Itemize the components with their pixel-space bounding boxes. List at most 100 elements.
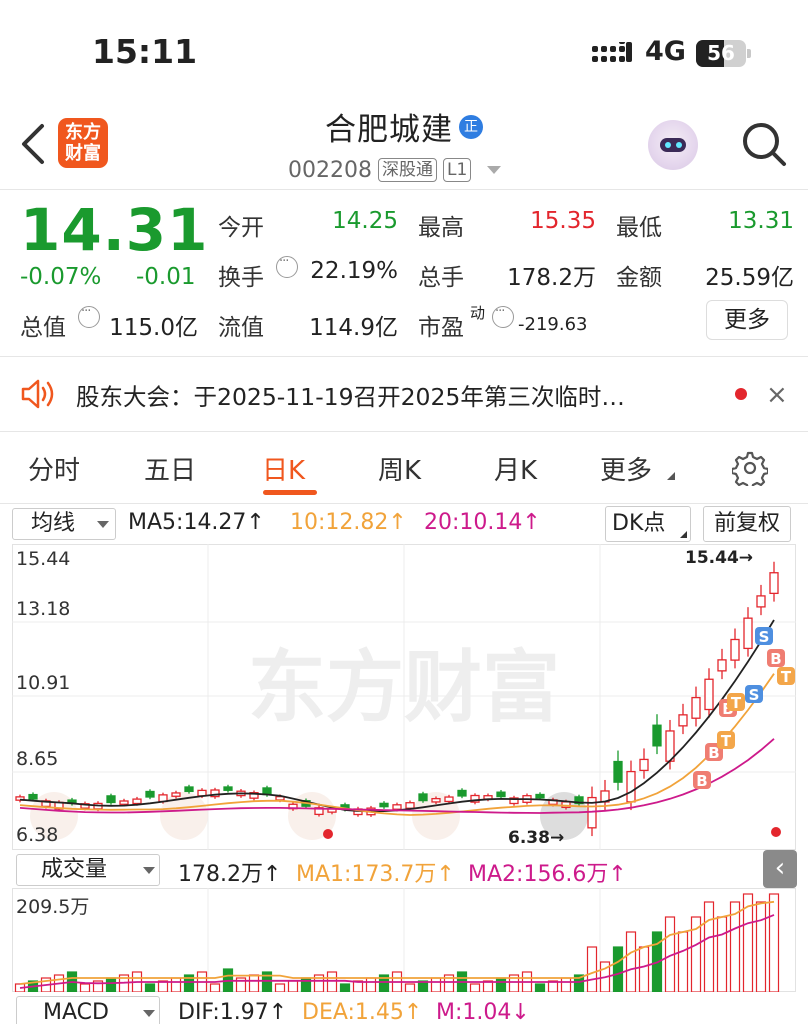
low-label: 最低 bbox=[616, 215, 662, 241]
divider bbox=[0, 431, 808, 432]
signal-badge-label: T bbox=[731, 694, 742, 712]
volume-bar bbox=[560, 977, 572, 992]
status-badge: 正 bbox=[459, 115, 483, 139]
volume-bar bbox=[716, 916, 728, 992]
legend-vol-ma1: MA1:173.7万↑ bbox=[296, 862, 455, 887]
volume-bar bbox=[326, 971, 338, 992]
tab-daily-k[interactable]: 日K bbox=[262, 450, 305, 487]
volume-bar bbox=[638, 946, 650, 992]
high-label: 最高 bbox=[418, 215, 464, 241]
robot-assistant-icon[interactable] bbox=[648, 120, 698, 170]
volume-bar bbox=[248, 974, 260, 992]
candle-up bbox=[444, 796, 454, 803]
battery-level-text: 56 bbox=[707, 41, 735, 65]
kline-chart[interactable]: 东方财富 BBTBTSSBT bbox=[12, 544, 796, 850]
change-amount: -0.01 bbox=[136, 264, 196, 290]
candle-up bbox=[405, 802, 415, 809]
candle-up bbox=[769, 572, 779, 595]
candle-up bbox=[431, 797, 441, 803]
volume-bar bbox=[703, 901, 715, 992]
stock-code-row[interactable]: 002208 深股通 L1 bbox=[288, 155, 502, 185]
volume-value: 178.2万 bbox=[507, 265, 596, 291]
volume-bar bbox=[495, 977, 507, 992]
candle-up bbox=[756, 595, 766, 608]
divider bbox=[0, 503, 808, 504]
dk-point-button[interactable]: DK点 bbox=[605, 506, 691, 542]
notice-text[interactable]: 股东大会：于2025-11-19召开2025年第三次临时… bbox=[76, 378, 625, 412]
candle-up bbox=[704, 678, 714, 711]
tab-monthly-k[interactable]: 月K bbox=[494, 450, 537, 487]
volume-bar bbox=[534, 983, 546, 992]
battery-icon: 56 bbox=[696, 40, 754, 67]
watermark: 东方财富 bbox=[248, 643, 560, 733]
signal-badge-label: S bbox=[759, 628, 770, 646]
volume-label: 总手 bbox=[418, 265, 464, 291]
info-icon[interactable] bbox=[492, 304, 514, 328]
legend-ma20: 20:10.14↑ bbox=[424, 510, 541, 535]
candle-down bbox=[418, 793, 428, 802]
tab-five-day[interactable]: 五日 bbox=[144, 450, 196, 487]
legend-dea: DEA:1.45↑ bbox=[302, 1000, 423, 1024]
pe-value: -219.63 bbox=[518, 314, 588, 335]
gear-icon[interactable] bbox=[732, 450, 768, 486]
float-label: 流值 bbox=[218, 315, 264, 341]
chevron-down-icon[interactable] bbox=[487, 166, 502, 174]
volume-bar bbox=[144, 983, 156, 992]
candle-up bbox=[717, 659, 727, 672]
search-icon[interactable] bbox=[740, 120, 788, 168]
high-value: 15.35 bbox=[530, 208, 596, 234]
volume-bar bbox=[469, 983, 481, 992]
volume-bar bbox=[339, 983, 351, 992]
legend-macd-m: M:1.04↓ bbox=[436, 1000, 530, 1024]
volume-bar bbox=[365, 977, 377, 992]
divider bbox=[0, 189, 808, 190]
candle-up bbox=[119, 800, 129, 805]
stock-name-text: 合肥城建 bbox=[325, 112, 453, 148]
volume-bar bbox=[677, 931, 689, 992]
candle-up bbox=[132, 798, 142, 805]
macd-indicator-select[interactable]: MACD bbox=[16, 996, 160, 1024]
tab-weekly-k[interactable]: 周K bbox=[378, 450, 421, 487]
volume-chart[interactable] bbox=[12, 888, 796, 992]
turnover-label: 换手 bbox=[218, 265, 264, 291]
signal-badge-label: S bbox=[749, 686, 760, 704]
level-tag: L1 bbox=[442, 158, 472, 182]
tab-intraday[interactable]: 分时 bbox=[28, 450, 80, 487]
connect-tag: 深股通 bbox=[377, 158, 437, 182]
candle-down bbox=[145, 790, 155, 798]
candle-up bbox=[392, 804, 402, 810]
candle-down bbox=[379, 802, 389, 808]
volume-indicator-select[interactable]: 成交量 bbox=[16, 854, 160, 886]
legend-dif: DIF:1.97↑ bbox=[178, 1000, 288, 1024]
candle-up bbox=[743, 617, 753, 650]
volume-bar bbox=[404, 983, 416, 992]
info-icon[interactable] bbox=[78, 304, 100, 328]
info-icon[interactable] bbox=[276, 254, 298, 278]
speaker-icon bbox=[21, 379, 54, 409]
more-quote-button[interactable]: 更多 bbox=[706, 300, 788, 340]
signal-badge-label: T bbox=[781, 668, 792, 686]
collapse-panel-button[interactable]: ‹ bbox=[763, 850, 797, 888]
macd-indicator-label: MACD bbox=[43, 1000, 109, 1024]
volume-bar bbox=[625, 931, 637, 992]
divider bbox=[0, 356, 808, 357]
ma-indicator-label: 均线 bbox=[31, 511, 76, 536]
volume-bar bbox=[105, 977, 117, 992]
ma-indicator-select[interactable]: 均线 bbox=[12, 508, 116, 540]
signal-badge-label: T bbox=[721, 732, 732, 750]
volume-bar bbox=[586, 946, 598, 992]
y-tick-label: 15.44 bbox=[16, 548, 71, 570]
candle-up bbox=[626, 770, 636, 803]
signal-badge-label: B bbox=[770, 650, 781, 668]
legend-volume: 178.2万↑ bbox=[178, 862, 282, 887]
close-icon[interactable]: × bbox=[766, 380, 788, 410]
adjust-button[interactable]: 前复权 bbox=[703, 506, 791, 542]
y-tick-label: 13.18 bbox=[16, 598, 71, 620]
volume-indicator-label: 成交量 bbox=[41, 857, 108, 882]
signal-badge-label: B bbox=[696, 772, 707, 790]
candle-up bbox=[691, 696, 701, 719]
open-value: 14.25 bbox=[332, 208, 398, 234]
tab-more[interactable]: 更多 bbox=[600, 450, 652, 487]
candle-down bbox=[106, 795, 116, 804]
current-price: 14.31 bbox=[20, 196, 209, 264]
